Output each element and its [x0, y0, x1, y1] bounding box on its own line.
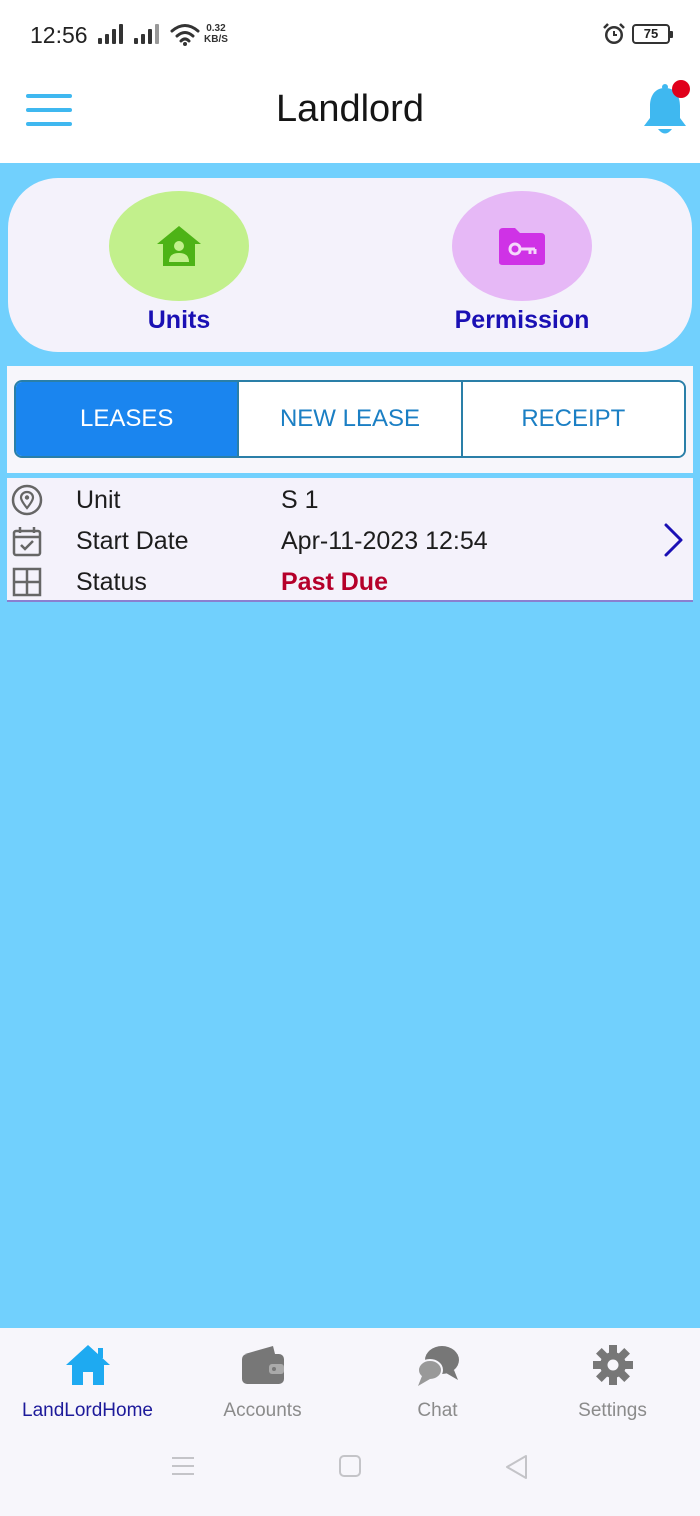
- nav-label-settings: Settings: [578, 1400, 647, 1421]
- tab-new-lease[interactable]: NEW LEASE: [239, 382, 463, 456]
- network-speed: 0.32 KB/S: [204, 23, 228, 45]
- nav-label-landlordhome: LandLordHome: [22, 1400, 153, 1421]
- lease-list-item[interactable]: Unit S 1 Start Date Apr-11-2023 12:54 St…: [7, 478, 693, 602]
- lease-tabs-panel: LEASES NEW LEASE RECEIPT: [7, 366, 693, 473]
- grid-icon: [12, 567, 42, 597]
- shortcuts-card: Units Permission: [8, 178, 692, 352]
- nav-label-accounts: Accounts: [223, 1400, 302, 1421]
- tab-receipt[interactable]: RECEIPT: [462, 382, 684, 456]
- lease-unit-line: Unit S 1: [7, 480, 647, 520]
- status-badge: Past Due: [281, 568, 388, 596]
- app-header: Landlord: [0, 70, 700, 163]
- lease-start-line: Start Date Apr-11-2023 12:54: [7, 521, 647, 561]
- house-person-icon: [157, 226, 201, 266]
- recent-apps-icon[interactable]: [170, 1454, 196, 1478]
- bottom-navigation: LandLordHome Accounts Chat Settings: [0, 1328, 700, 1424]
- tab-leases[interactable]: LEASES: [16, 382, 240, 456]
- gear-icon: [592, 1345, 633, 1385]
- wallet-icon: [241, 1346, 284, 1384]
- lease-status-line: Status Past Due: [7, 562, 647, 602]
- back-triangle-icon[interactable]: [504, 1454, 528, 1480]
- nav-chat[interactable]: Chat: [350, 1328, 525, 1424]
- home-square-icon[interactable]: [338, 1454, 362, 1478]
- battery-indicator: 75: [632, 24, 673, 44]
- wifi-icon: [170, 24, 200, 46]
- status-time: 12:56: [30, 22, 88, 48]
- notification-badge: [672, 80, 690, 98]
- system-navigation-bar: [0, 1424, 700, 1516]
- network-speed-unit: KB/S: [204, 34, 228, 45]
- unit-label: Unit: [76, 486, 121, 514]
- location-pin-icon: [11, 484, 43, 516]
- chevron-right-icon[interactable]: [661, 520, 687, 560]
- nav-accounts[interactable]: Accounts: [175, 1328, 350, 1424]
- unit-value: S 1: [281, 486, 319, 514]
- home-icon: [65, 1345, 110, 1385]
- units-button[interactable]: [109, 191, 249, 301]
- status-label: Status: [76, 568, 147, 596]
- network-speed-value: 0.32: [206, 23, 226, 34]
- status-bar: 12:56 0.32 KB/S 75: [0, 0, 700, 70]
- alarm-icon: [603, 23, 625, 44]
- calendar-check-icon: [12, 527, 42, 557]
- start-date-value: Apr-11-2023 12:54: [281, 527, 488, 555]
- permission-button[interactable]: [452, 191, 592, 301]
- permission-label[interactable]: Permission: [422, 306, 622, 335]
- nav-settings[interactable]: Settings: [525, 1328, 700, 1424]
- units-label[interactable]: Units: [79, 306, 279, 335]
- chat-icon: [416, 1346, 459, 1386]
- page-title: Landlord: [276, 88, 424, 130]
- nav-label-chat: Chat: [417, 1400, 458, 1421]
- lease-tabs: LEASES NEW LEASE RECEIPT: [14, 380, 686, 458]
- signal-icon-2: [134, 24, 159, 44]
- start-date-label: Start Date: [76, 527, 189, 555]
- nav-landlordhome[interactable]: LandLordHome: [0, 1328, 175, 1424]
- signal-icon: [98, 24, 123, 44]
- folder-key-icon: [499, 228, 545, 265]
